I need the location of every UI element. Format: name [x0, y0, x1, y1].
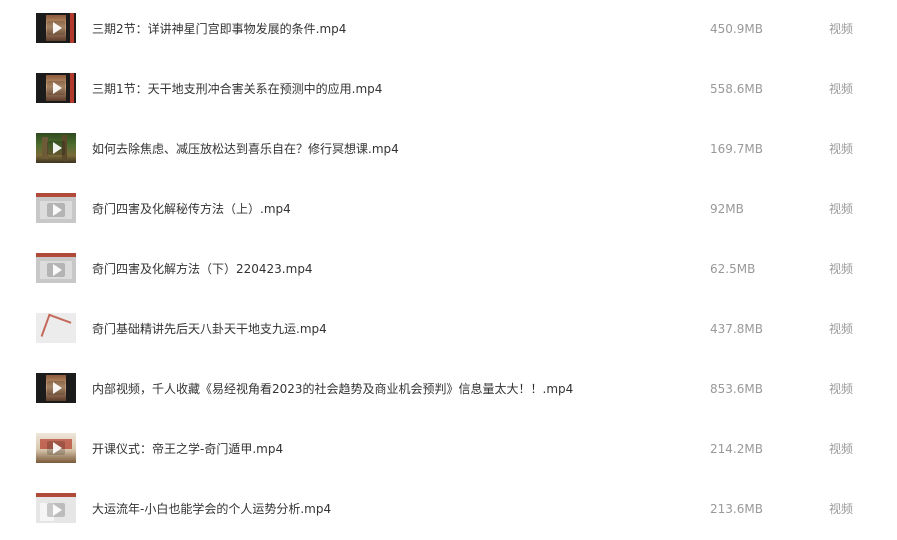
- video-thumbnail[interactable]: [36, 193, 76, 223]
- file-name[interactable]: 奇门四害及化解方法（下）220423.mp4: [92, 261, 313, 277]
- file-row[interactable]: 三期1节：天干地支刑冲合害关系在预测中的应用.mp4 558.6MB 视频: [0, 60, 897, 120]
- play-icon: [53, 142, 62, 154]
- file-type: 视频: [829, 202, 854, 216]
- file-row[interactable]: 奇门四害及化解秘传方法（上）.mp4 92MB 视频: [0, 180, 897, 240]
- file-list: 三期2节：详讲神星门宫即事物发展的条件.mp4 450.9MB 视频 三期1节：…: [0, 0, 897, 539]
- file-size: 853.6MB: [710, 382, 763, 396]
- file-name[interactable]: 三期1节：天干地支刑冲合害关系在预测中的应用.mp4: [92, 81, 382, 97]
- file-type: 视频: [829, 22, 854, 36]
- video-thumbnail[interactable]: [36, 493, 76, 523]
- file-name[interactable]: 内部视频，千人收藏《易经视角看2023的社会趋势及商业机会预判》信息量太大！！.…: [92, 381, 573, 397]
- play-icon: [53, 264, 62, 276]
- file-name[interactable]: 三期2节：详讲神星门宫即事物发展的条件.mp4: [92, 21, 346, 37]
- video-thumbnail[interactable]: [36, 13, 76, 43]
- play-icon: [53, 204, 62, 216]
- file-size: 213.6MB: [710, 502, 763, 516]
- video-thumbnail[interactable]: [36, 133, 76, 163]
- video-thumbnail[interactable]: [36, 313, 76, 343]
- file-name[interactable]: 开课仪式：帝王之学-奇门遁甲.mp4: [92, 441, 283, 457]
- file-type: 视频: [829, 82, 854, 96]
- file-row[interactable]: 开课仪式：帝王之学-奇门遁甲.mp4 214.2MB 视频: [0, 420, 897, 480]
- file-name[interactable]: 如何去除焦虑、减压放松达到喜乐自在？修行冥想课.mp4: [92, 141, 399, 157]
- play-icon: [53, 504, 62, 516]
- file-name[interactable]: 奇门四害及化解秘传方法（上）.mp4: [92, 201, 291, 217]
- video-thumbnail[interactable]: [36, 253, 76, 283]
- file-type: 视频: [829, 502, 854, 516]
- video-thumbnail[interactable]: [36, 373, 76, 403]
- file-name[interactable]: 大运流年-小白也能学会的个人运势分析.mp4: [92, 501, 331, 517]
- file-size: 450.9MB: [710, 22, 763, 36]
- play-icon: [53, 382, 62, 394]
- play-icon: [53, 22, 62, 34]
- file-size: 214.2MB: [710, 442, 763, 456]
- file-size: 62.5MB: [710, 262, 756, 276]
- file-row[interactable]: 大运流年-小白也能学会的个人运势分析.mp4 213.6MB 视频: [0, 480, 897, 540]
- file-type: 视频: [829, 262, 854, 276]
- file-type: 视频: [829, 322, 854, 336]
- play-icon: [53, 82, 62, 94]
- file-type: 视频: [829, 442, 854, 456]
- play-icon: [53, 442, 62, 454]
- file-type: 视频: [829, 142, 854, 156]
- video-thumbnail[interactable]: [36, 433, 76, 463]
- file-row[interactable]: 如何去除焦虑、减压放松达到喜乐自在？修行冥想课.mp4 169.7MB 视频: [0, 120, 897, 180]
- file-row[interactable]: 三期2节：详讲神星门宫即事物发展的条件.mp4 450.9MB 视频: [0, 0, 897, 60]
- file-size: 558.6MB: [710, 82, 763, 96]
- file-row[interactable]: 奇门基础精讲先后天八卦天干地支九运.mp4 437.8MB 视频: [0, 300, 897, 360]
- file-size: 437.8MB: [710, 322, 763, 336]
- file-size: 169.7MB: [710, 142, 763, 156]
- file-size: 92MB: [710, 202, 744, 216]
- file-name[interactable]: 奇门基础精讲先后天八卦天干地支九运.mp4: [92, 321, 327, 337]
- file-row[interactable]: 奇门四害及化解方法（下）220423.mp4 62.5MB 视频: [0, 240, 897, 300]
- file-type: 视频: [829, 382, 854, 396]
- file-row[interactable]: 内部视频，千人收藏《易经视角看2023的社会趋势及商业机会预判》信息量太大！！.…: [0, 360, 897, 420]
- video-thumbnail[interactable]: [36, 73, 76, 103]
